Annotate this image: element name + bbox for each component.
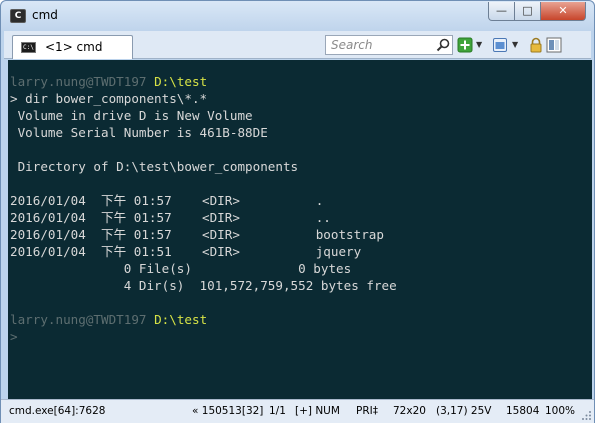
console-line: 2016/01/04 下午 01:57 <DIR> bootstrap [10,227,384,242]
console-line: 2016/01/04 下午 01:57 <DIR> .. [10,210,331,225]
app-icon[interactable]: C [10,9,26,23]
prompt-user-host: larry.nung@TWDT197 [10,74,147,89]
status-process[interactable]: cmd.exe[64]:7628 [9,405,105,417]
tab-label: <1> cmd [45,40,103,54]
console-line: 2016/01/04 下午 01:51 <DIR> jquery [10,244,362,259]
prompt-user-host: larry.nung@TWDT197 [10,312,147,327]
console-line: Volume Serial Number is 461B-88DE [10,125,268,140]
console-line: Volume in drive D is New Volume [10,108,253,123]
status-console-index[interactable]: 1/1 [269,405,286,417]
minimize-button[interactable]: — [488,2,515,21]
input-caret[interactable]: > [10,329,18,344]
console-line: larry.nung@TWDT197 D:\test [10,73,397,90]
toolbar: C:\ <1> cmd ▼ ▼ [4,31,591,59]
lock-icon[interactable] [528,37,544,53]
status-size[interactable]: 72x20 [393,405,426,417]
console-line: 2016/01/04 下午 01:57 <DIR> . [10,193,324,208]
window-title: cmd [32,8,58,22]
console-scrollbar[interactable] [583,60,592,399]
console-window: C cmd — □ ✕ C:\ <1> cmd ▼ ▼ [0,0,595,423]
view-dropdown-icon[interactable]: ▼ [512,40,521,49]
close-button[interactable]: ✕ [540,2,586,21]
console-line: 4 Dir(s) 101,572,759,552 bytes free [10,278,397,293]
status-bar: cmd.exe[64]:7628 « 150513[32] 1/1 [+] NU… [1,399,594,423]
console-output[interactable]: larry.nung@TWDT197 D:\test > dir bower_co… [8,60,583,399]
tab-console-1[interactable]: C:\ <1> cmd [12,35,133,59]
new-console-plus-icon[interactable] [457,37,473,53]
search-box [325,35,453,55]
status-zoom[interactable]: 100% [545,405,575,417]
title-bar[interactable]: C cmd — □ ✕ [1,1,594,31]
prompt-path: D:\test [154,74,208,89]
status-keys[interactable]: [+] NUM [295,405,340,417]
console-view-icon[interactable] [492,37,508,53]
new-console-dropdown-icon[interactable]: ▼ [476,40,485,49]
status-pid[interactable]: 15804 [506,405,539,417]
maximize-button[interactable]: □ [514,2,541,21]
console-tab-icon: C:\ [21,42,36,53]
resize-grip-icon[interactable] [582,411,592,421]
status-priority[interactable]: PRI‡ [356,405,378,417]
console-line: 0 File(s) 0 bytes [10,261,352,276]
console-line: larry.nung@TWDT197 D:\test [10,311,397,328]
console-line: > [10,328,397,345]
status-pid-info[interactable]: « 150513[32] [192,405,263,417]
panel-layout-icon[interactable] [546,37,562,53]
search-icon[interactable] [435,37,451,53]
console-line: > dir bower_components\*.* [10,91,208,106]
console-lines: larry.nung@TWDT197 D:\test > dir bower_co… [10,73,397,345]
search-input[interactable] [326,36,430,54]
status-cursor[interactable]: (3,17) 25V [436,405,491,417]
console-line: Directory of D:\test\bower_components [10,159,299,174]
prompt-path: D:\test [154,312,208,327]
